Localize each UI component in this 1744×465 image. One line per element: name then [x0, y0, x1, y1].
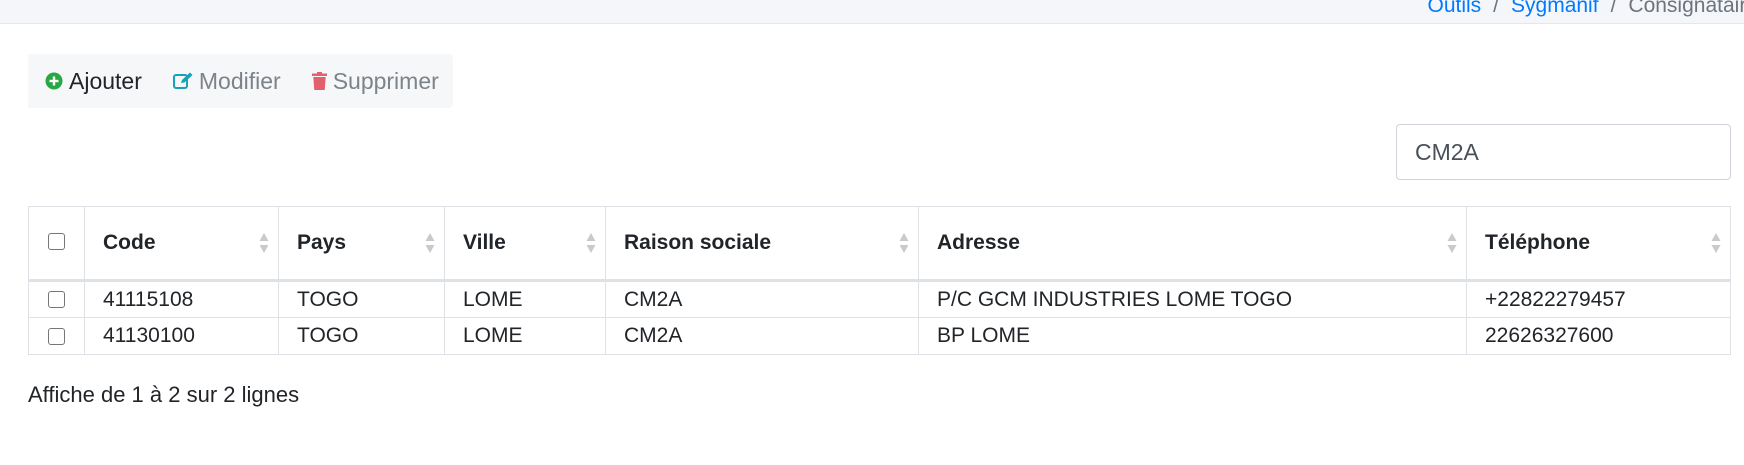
- row-checkbox[interactable]: [48, 327, 65, 345]
- plus-circle-icon: [45, 72, 63, 90]
- delete-button[interactable]: Supprimer: [295, 54, 453, 108]
- cell-telephone: +22822279457: [1466, 280, 1731, 318]
- column-header-raison-sociale[interactable]: Raison sociale: [605, 206, 919, 282]
- cell-raison-sociale: CM2A: [605, 317, 919, 355]
- top-bar: Outils / Sygmanif / Consignataire: [0, 0, 1744, 24]
- add-button-label: Ajouter: [69, 67, 142, 94]
- sort-icon: [259, 233, 269, 253]
- table-row[interactable]: 41115108 TOGO LOME CM2A P/C GCM INDUSTRI…: [28, 280, 1731, 318]
- sort-icon: [1447, 233, 1457, 253]
- edit-icon: [172, 72, 193, 90]
- cell-ville: LOME: [444, 280, 606, 318]
- breadcrumb: Outils / Sygmanif / Consignataire: [1427, 0, 1744, 18]
- edit-button[interactable]: Modifier: [156, 54, 295, 108]
- column-header-ville[interactable]: Ville: [444, 206, 606, 282]
- row-checkbox[interactable]: [48, 291, 65, 309]
- table-row[interactable]: 41130100 TOGO LOME CM2A BP LOME 22626327…: [28, 317, 1731, 355]
- consignataire-table: Code Pays Ville Raison sociale Adresse T…: [28, 206, 1731, 355]
- breadcrumb-current: Consignataire: [1628, 0, 1744, 17]
- breadcrumb-separator: /: [1493, 0, 1500, 17]
- column-header-telephone[interactable]: Téléphone: [1466, 206, 1731, 282]
- breadcrumb-separator: /: [1610, 0, 1617, 17]
- cell-code: 41130100: [84, 317, 279, 355]
- select-all-checkbox[interactable]: [48, 232, 65, 250]
- row-select-cell: [28, 280, 85, 318]
- add-button[interactable]: Ajouter: [28, 54, 156, 108]
- edit-button-label: Modifier: [198, 67, 281, 94]
- column-header-pays[interactable]: Pays: [278, 206, 445, 282]
- sort-icon: [1711, 233, 1721, 253]
- sort-icon: [899, 233, 909, 253]
- pagination-summary: Affiche de 1 à 2 sur 2 lignes: [28, 382, 300, 407]
- trash-icon: [311, 72, 327, 90]
- search-input[interactable]: [1396, 124, 1731, 180]
- sort-icon: [586, 233, 596, 253]
- breadcrumb-sygmanif[interactable]: Sygmanif: [1511, 0, 1599, 17]
- cell-ville: LOME: [444, 317, 606, 355]
- cell-raison-sociale: CM2A: [605, 280, 919, 318]
- cell-adresse: P/C GCM INDUSTRIES LOME TOGO: [918, 280, 1467, 318]
- table-header-row: Code Pays Ville Raison sociale Adresse T…: [28, 206, 1731, 282]
- cell-code: 41115108: [84, 280, 279, 318]
- sort-icon: [425, 233, 435, 253]
- row-select-cell: [28, 317, 85, 355]
- cell-telephone: 22626327600: [1466, 317, 1731, 355]
- cell-pays: TOGO: [278, 317, 445, 355]
- column-header-adresse[interactable]: Adresse: [918, 206, 1467, 282]
- delete-button-label: Supprimer: [332, 67, 439, 94]
- breadcrumb-outils[interactable]: Outils: [1427, 0, 1481, 17]
- column-header-code[interactable]: Code: [84, 206, 279, 282]
- toolbar: Ajouter Modifier Supprimer: [28, 54, 453, 108]
- cell-pays: TOGO: [278, 280, 445, 318]
- cell-adresse: BP LOME: [918, 317, 1467, 355]
- select-all-cell: [28, 206, 85, 282]
